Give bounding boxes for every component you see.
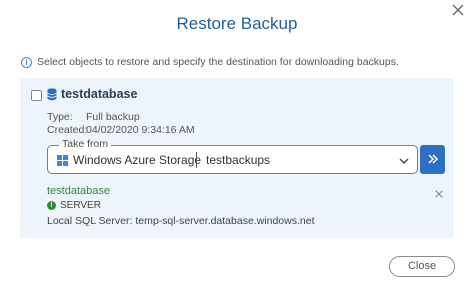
remove-destination-icon[interactable] xyxy=(434,186,444,198)
take-from-selector[interactable]: Take from Windows Azure Storage testback… xyxy=(47,138,418,174)
windows-logo-icon xyxy=(57,154,68,166)
database-icon xyxy=(47,87,57,101)
info-text: Select objects to restore and specify th… xyxy=(37,56,399,68)
backup-panel: testdatabase Type: Full backup Created:04… xyxy=(20,78,454,238)
backup-type: Type: Full backup xyxy=(47,111,140,123)
close-icon[interactable] xyxy=(450,2,466,18)
database-header: testdatabase xyxy=(47,87,137,101)
destination-database-name: testdatabase xyxy=(47,185,110,197)
field-divider xyxy=(196,152,197,168)
type-label: Type: xyxy=(47,111,73,123)
chevron-down-icon[interactable] xyxy=(398,154,410,166)
double-chevron-right-icon xyxy=(427,151,439,169)
info-message: i Select objects to restore and specify … xyxy=(21,56,399,68)
restore-backup-dialog: Restore Backup i Select objects to resto… xyxy=(0,0,474,282)
storage-type: Windows Azure Storage xyxy=(57,153,201,167)
info-icon: i xyxy=(21,56,32,68)
close-button[interactable]: Close xyxy=(389,256,455,277)
take-from-legend: Take from xyxy=(59,138,112,150)
database-checkbox[interactable] xyxy=(31,90,42,101)
type-value: Full backup xyxy=(86,111,140,123)
server-status-icon: ! xyxy=(47,201,56,210)
backup-created: Created:04/02/2020 9:34:16 AM xyxy=(47,124,195,136)
dialog-title: Restore Backup xyxy=(176,14,298,33)
storage-type-label: Windows Azure Storage xyxy=(73,153,202,167)
apply-source-button[interactable] xyxy=(420,145,445,174)
server-detail: Local SQL Server: temp-sql-server.databa… xyxy=(47,215,315,227)
server-status: ! SERVER xyxy=(47,200,101,211)
server-label: SERVER xyxy=(60,200,101,211)
created-label: Created: xyxy=(47,124,88,136)
container-name: testbackups xyxy=(206,153,271,167)
created-value: 04/02/2020 9:34:16 AM xyxy=(86,124,195,136)
database-name: testdatabase xyxy=(61,87,138,101)
